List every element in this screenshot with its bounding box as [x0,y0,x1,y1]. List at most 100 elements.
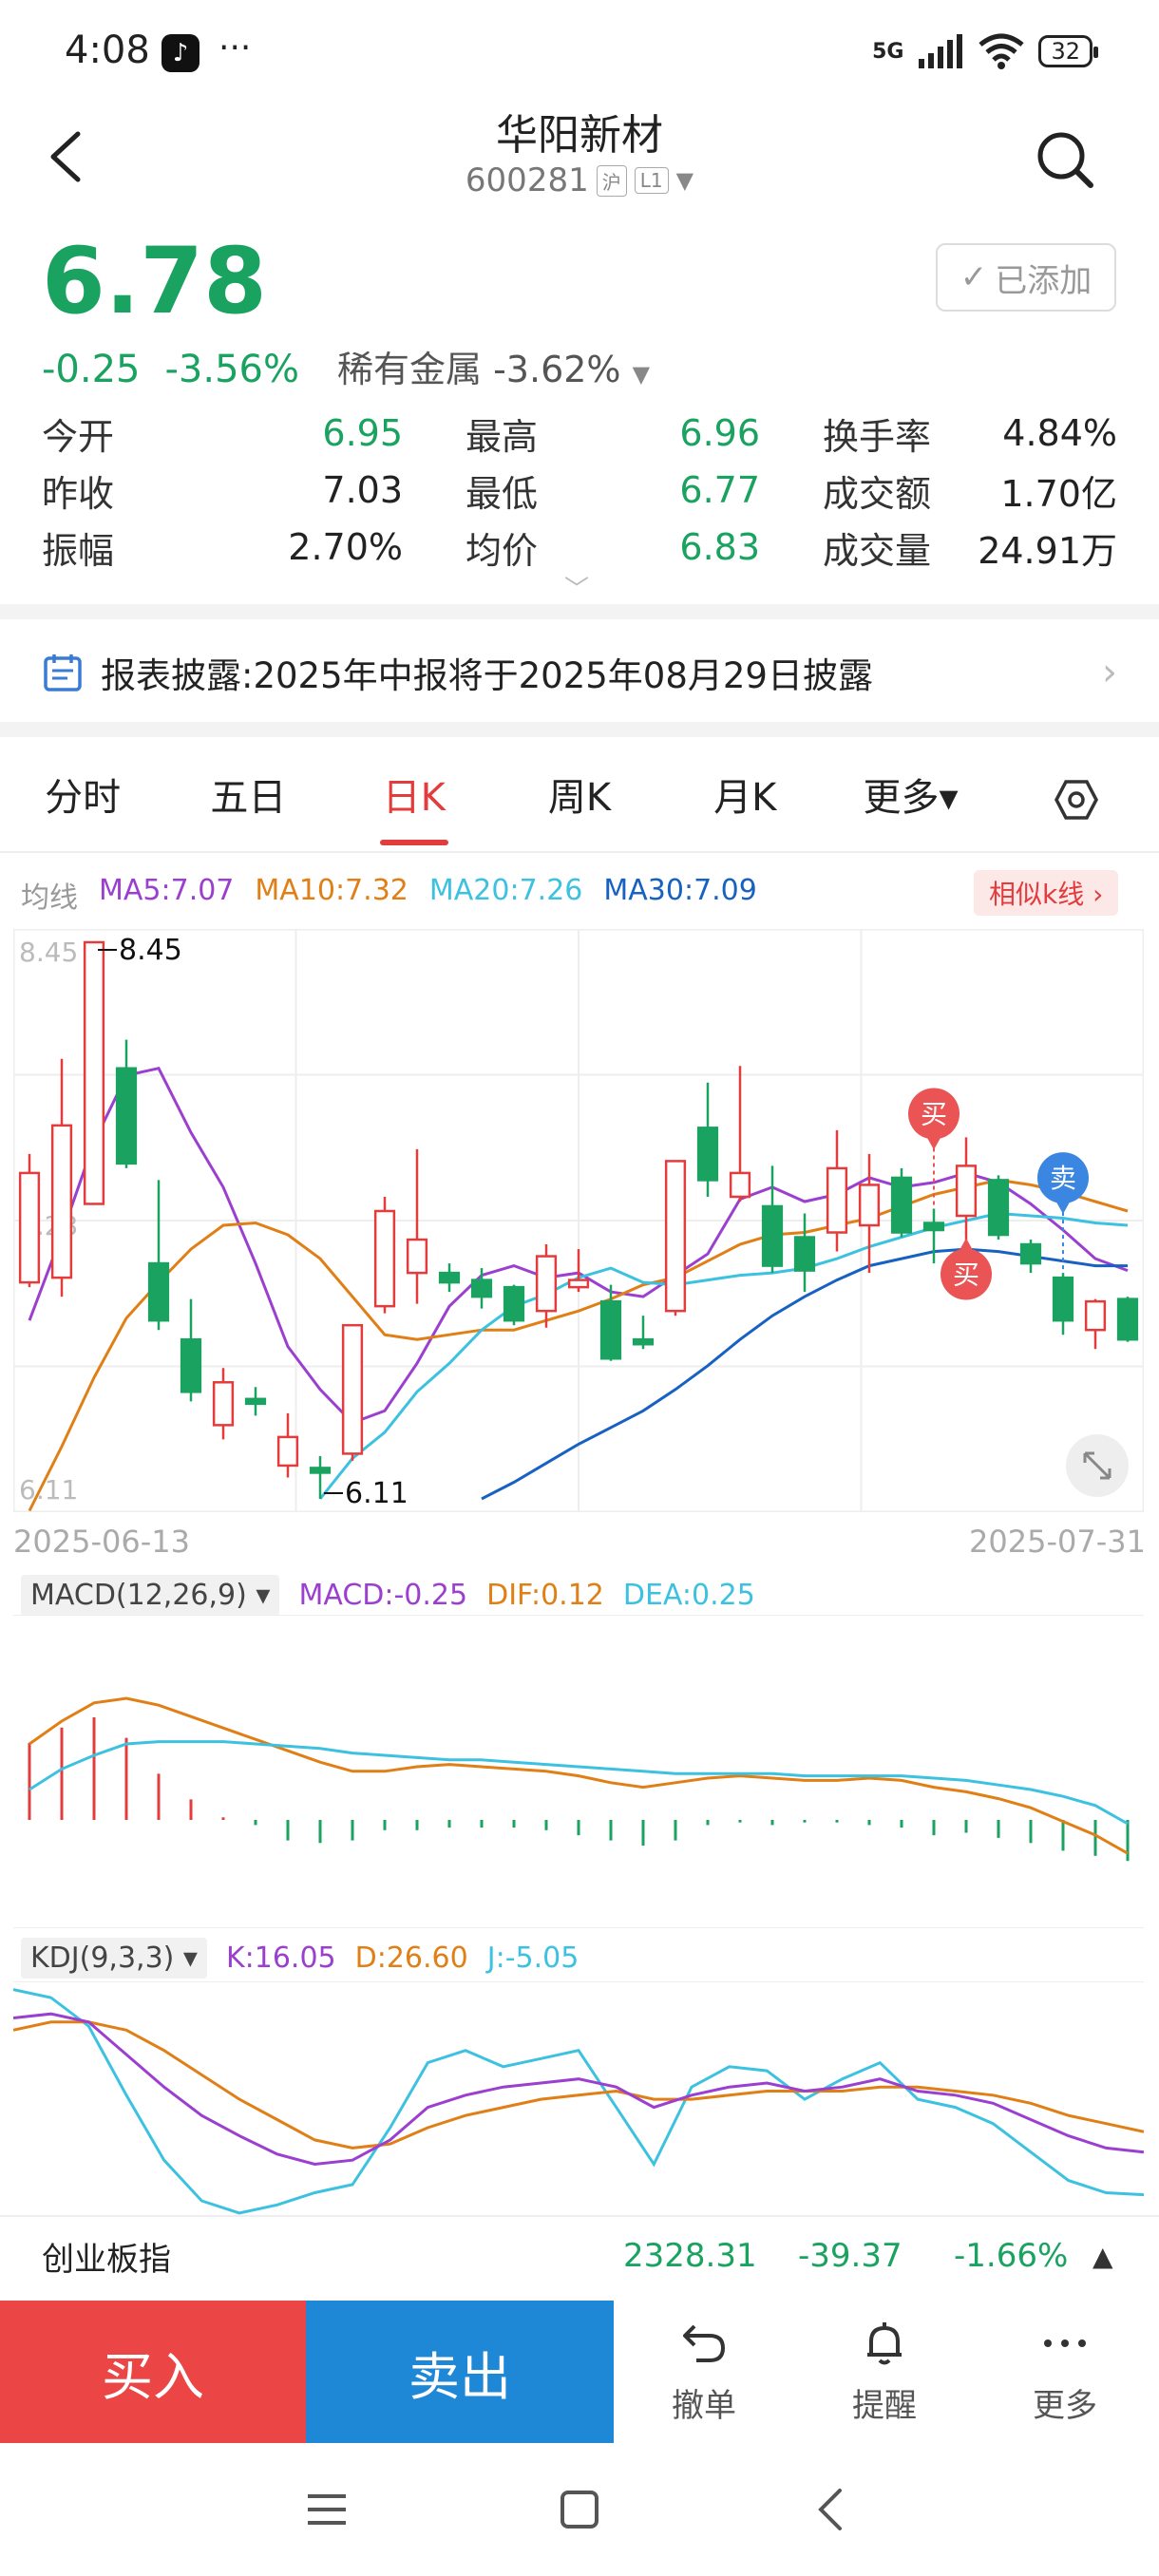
similar-kline-button[interactable]: 相似k线 › [974,870,1119,916]
tab-1[interactable]: 五日 [165,750,331,845]
back-nav-icon[interactable] [804,2481,861,2538]
more-dots-icon [1044,2339,1086,2347]
ma30-label: MA30:7.09 [603,874,757,907]
tab-5[interactable]: 更多▾ [827,750,993,845]
stat-value: 6.95 [322,412,403,454]
menu-icon[interactable] [298,2481,355,2538]
candle [1019,1240,1042,1274]
stat-row: 最低 6.77 [466,462,760,519]
cancel-order-label: 撤单 [672,2386,736,2425]
stat-row: 最高 6.96 [466,405,760,462]
battery-icon: 32 [1038,35,1098,67]
candle [244,1387,267,1416]
kdj-selector[interactable]: KDJ(9,3,3) ▾ [21,1938,207,1979]
buy-button[interactable]: 买入 [0,2301,306,2443]
tab-2[interactable]: 日K [332,750,497,845]
stat-value: 6.77 [679,469,760,511]
kdj-legend: KDJ(9,3,3) ▾ K:16.05 D:26.60 J:-5.05 [21,1938,579,1979]
undo-icon [683,2324,726,2362]
dea-line [28,1740,1129,1826]
stat-label: 昨收 [42,472,115,515]
stat-value: 6.83 [679,526,760,568]
bell-icon [867,2321,902,2364]
sell-button[interactable]: 卖出 [306,2301,614,2443]
ma5-label: MA5:7.07 [99,874,235,907]
chevron-down-icon: ▼ [675,167,694,194]
index-ticker-bar[interactable]: 创业板指 2328.31 -39.37 -1.66% ▲ [0,2215,1159,2295]
svg-text:买: 买 [921,1098,947,1129]
buy-marker[interactable]: 买 [940,1238,992,1300]
stock-code: 600281 [465,161,589,199]
candle [1116,1297,1139,1342]
exchange-tag: 沪 [596,164,627,197]
candle [180,1298,202,1402]
stat-label: 最高 [466,415,539,458]
chart-settings-icon[interactable] [994,750,1159,845]
stat-row: 均价 6.83 [466,519,760,576]
stock-name: 华阳新材 [496,111,663,160]
candle [18,1153,41,1288]
section-divider [0,604,1159,619]
high-label: 8.45 [119,934,182,967]
ma20-label: MA20:7.26 [428,874,583,907]
chevron-right-icon: › [1102,651,1117,694]
stat-label: 振幅 [42,529,115,572]
stat-label: 均价 [466,529,539,572]
tab-0[interactable]: 分时 [0,750,165,845]
sell-marker[interactable]: 卖 [1037,1152,1089,1274]
y-axis-label: 6.11 [19,1474,78,1506]
candle [50,1058,73,1297]
candle [438,1263,461,1293]
candle [1084,1298,1107,1350]
notice-text: 报表披露:2025年中报将于2025年08月29日披露 [101,655,873,696]
stat-row: 昨收 7.03 [42,462,403,519]
more-button[interactable]: 更多 [975,2314,1155,2428]
search-icon[interactable] [1034,128,1096,191]
home-icon[interactable] [551,2481,608,2538]
tabs-border [0,851,1159,853]
x-start-label: 2025-06-13 [13,1524,190,1560]
candle [632,1316,655,1350]
stat-label: 最低 [466,472,539,515]
index-pct: -1.66% [954,2237,1069,2275]
candle [1052,1273,1074,1335]
x-end-label: 2025-07-31 [969,1524,1146,1560]
report-notice[interactable]: 报表披露:2025年中报将于2025年08月29日披露 › [0,627,1159,718]
stat-label: 成交量 [823,529,932,572]
calendar-icon [44,654,82,691]
status-more-icon: ··· [218,28,252,67]
candle [729,1066,751,1202]
status-time: 4:08 [65,28,150,72]
section-divider [0,722,1159,737]
k-value: K:16.05 [225,1941,336,1975]
macd-selector[interactable]: MACD(12,26,9) ▾ [21,1575,280,1616]
alert-button[interactable]: 提醒 [794,2314,975,2428]
ma10-label: MA10:7.32 [255,874,408,907]
stat-label: 成交额 [823,472,932,515]
stock-code-row[interactable]: 600281 沪 L1 ▼ [0,161,1159,199]
stats-column-2: 最高 6.96 最低 6.77 均价 6.83 [466,405,760,576]
sector-label: 稀有金属 -3.62% [337,349,621,390]
chevron-down-icon: ▼ [632,361,651,388]
added-watchlist-button[interactable]: ✓ 已添加 [936,243,1116,312]
candle [955,1137,978,1242]
candle [696,1082,719,1197]
tiktok-icon: ♪ [162,34,200,72]
check-icon: ✓ [960,258,988,296]
tab-3[interactable]: 周K [497,750,662,845]
macd-value: MACD:-0.25 [298,1579,468,1612]
kline-chart[interactable]: 8.457.236.118.456.11买买卖 [13,929,1144,1512]
candle [890,1167,913,1238]
cancel-order-button[interactable]: 撤单 [614,2314,794,2428]
stat-row: 成交额 1.70亿 [823,462,1117,519]
stat-row: 振幅 2.70% [42,519,403,576]
fullscreen-icon[interactable] [1066,1434,1129,1497]
candle [793,1213,816,1293]
candle [212,1368,235,1440]
expand-chevron-icon[interactable]: ﹀ [564,570,589,605]
sector-link[interactable]: 稀有金属 -3.62% ▼ [337,340,650,392]
tab-4[interactable]: 月K [662,750,827,845]
svg-text:卖: 卖 [1050,1163,1076,1194]
caret-up-icon[interactable]: ▲ [1092,2241,1113,2272]
index-change: -39.37 [798,2237,902,2275]
